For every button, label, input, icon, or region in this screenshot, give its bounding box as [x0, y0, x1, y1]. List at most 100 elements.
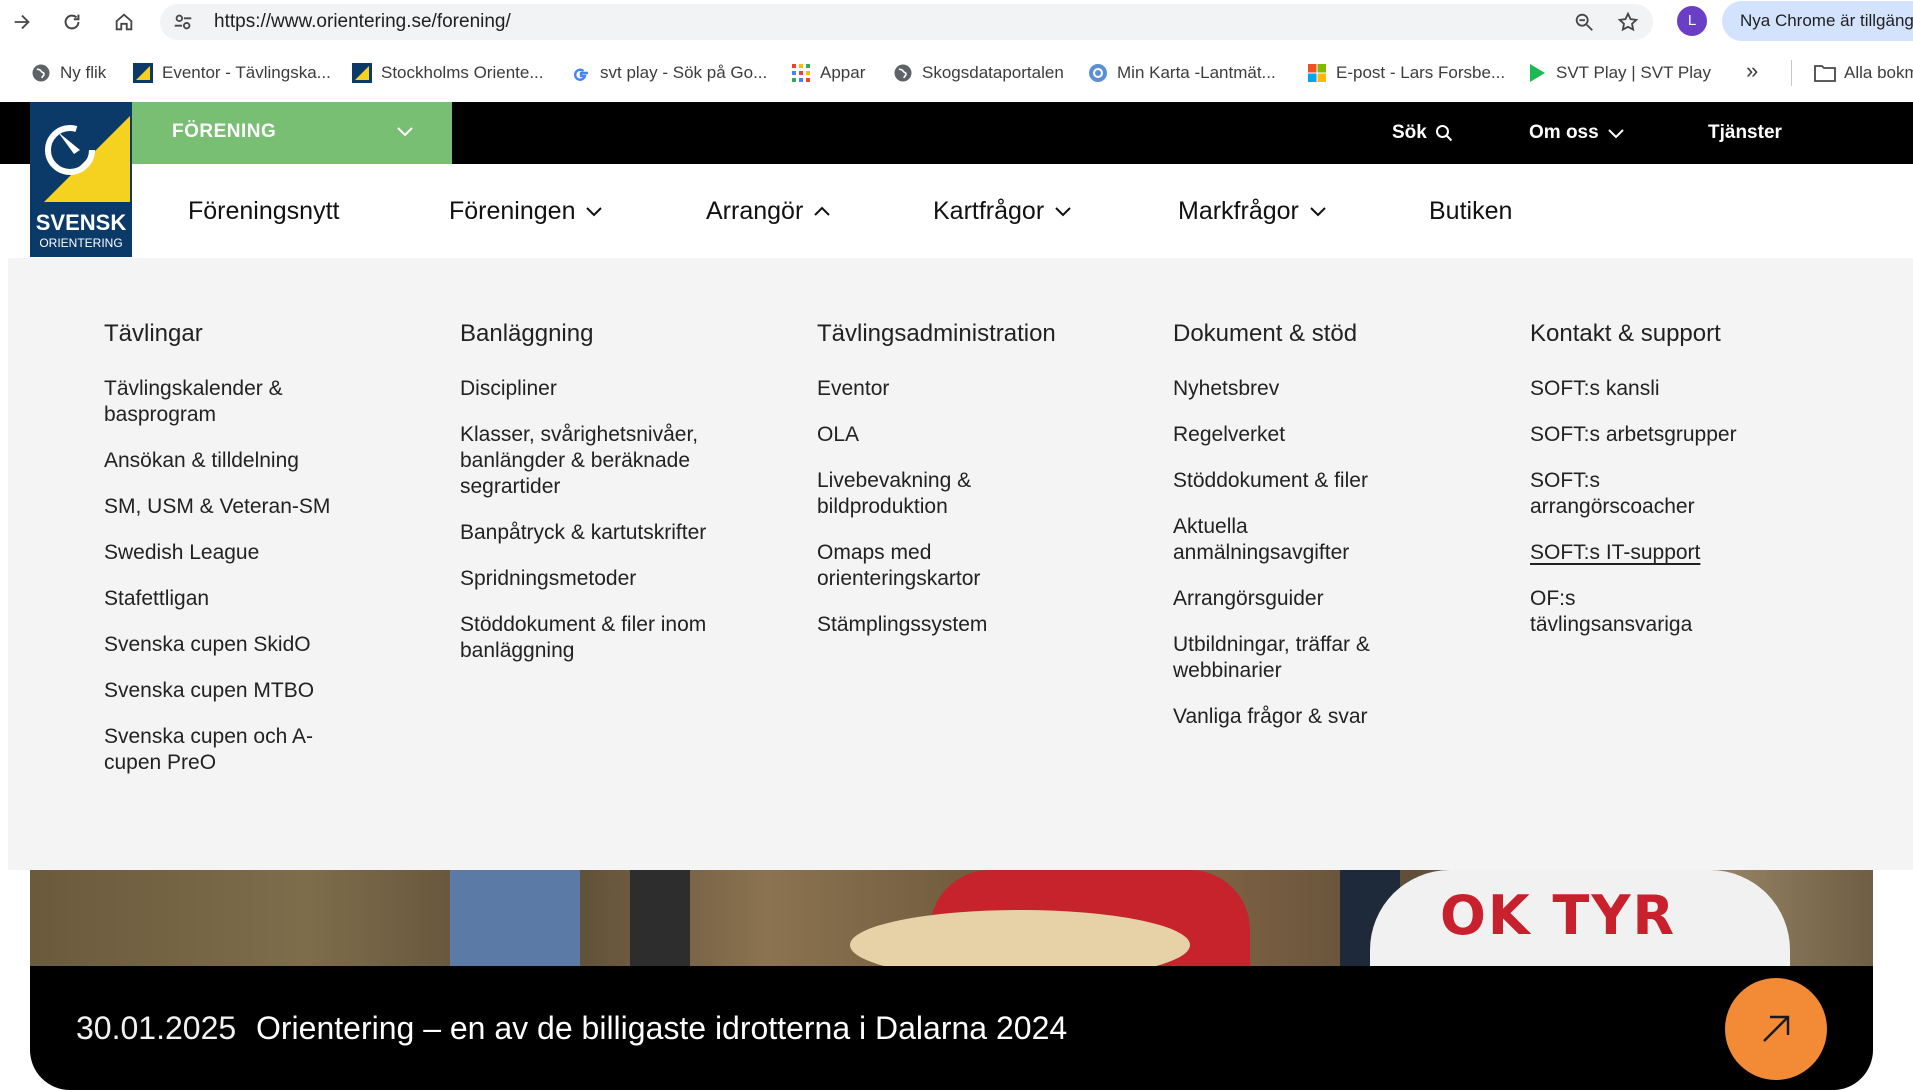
microsoft-icon	[1306, 62, 1328, 84]
menu-link[interactable]: Stafettligan	[104, 586, 434, 612]
play-icon	[1526, 62, 1548, 84]
more-bookmarks-button[interactable]: »	[1746, 58, 1758, 84]
hero-photo: OK TYR	[30, 870, 1873, 980]
bookmark-item[interactable]: SVT Play | SVT Play	[1526, 58, 1711, 88]
site-logo[interactable]: SVENSK ORIENTERING	[30, 102, 132, 257]
map-pin-icon	[1087, 62, 1109, 84]
chrome-update-button[interactable]: Nya Chrome är tillgängl	[1722, 1, 1913, 41]
nav-kartfragor[interactable]: Kartfrågor	[933, 164, 1072, 258]
chevron-up-icon	[813, 205, 831, 217]
about-us-link[interactable]: Om oss	[1529, 102, 1625, 164]
menu-column-heading: Dokument & stöd	[1173, 320, 1358, 347]
address-bar[interactable]: https://www.orientering.se/forening/	[160, 4, 1653, 40]
bookmark-item[interactable]: Min Karta -Lantmät...	[1087, 58, 1276, 88]
hero-news-card[interactable]: OK TYR 30.01.2025 Orientering – en av de…	[30, 870, 1873, 1090]
news-title[interactable]: Orientering – en av de billigaste idrott…	[256, 1010, 1067, 1047]
menu-link[interactable]: Banpåtryck & kartutskrifter	[460, 520, 790, 546]
arrangor-mega-menu: Tävlingar Tävlingskalender & basprogram …	[8, 258, 1913, 870]
menu-link[interactable]: Ansökan & tilldelning	[104, 448, 434, 474]
chevron-down-icon	[396, 124, 414, 138]
menu-link[interactable]: Nyhetsbrev	[1173, 376, 1503, 402]
menu-link[interactable]: SOFT:s kansli	[1530, 376, 1860, 402]
menu-link[interactable]: Tävlingskalender & basprogram	[104, 376, 334, 428]
browser-toolbar: https://www.orientering.se/forening/ L N…	[0, 0, 1913, 44]
menu-column-heading: Banläggning	[460, 320, 594, 347]
menu-link[interactable]: Arrangörsguider	[1173, 586, 1503, 612]
read-more-button[interactable]	[1725, 978, 1827, 1080]
menu-link[interactable]: Swedish League	[104, 540, 434, 566]
bookmark-item[interactable]: Stockholms Oriente...	[351, 58, 544, 88]
menu-link[interactable]: Discipliner	[460, 376, 790, 402]
url-text[interactable]: https://www.orientering.se/forening/	[214, 4, 511, 40]
menu-link[interactable]: OF:s tävlingsansvariga	[1530, 586, 1740, 638]
menu-column-heading: Kontakt & support	[1530, 320, 1721, 347]
menu-link[interactable]: SOFT:s arrangörscoacher	[1530, 468, 1740, 520]
globe-icon	[30, 62, 52, 84]
bookmarks-divider	[1791, 60, 1792, 86]
compass-logo-icon	[30, 102, 132, 204]
zoom-icon[interactable]	[1573, 11, 1595, 33]
menu-column-kontakt-support: Kontakt & support SOFT:s kansli SOFT:s a…	[1530, 318, 1860, 658]
google-icon	[570, 62, 592, 84]
profile-avatar[interactable]: L	[1677, 6, 1707, 36]
bookmark-item[interactable]: svt play - Sök på Go...	[570, 58, 767, 88]
chevron-down-icon	[1054, 205, 1072, 217]
bookmark-item[interactable]: Eventor - Tävlingska...	[132, 58, 331, 88]
all-bookmarks-button[interactable]: Alla bokm	[1814, 58, 1913, 88]
nav-arrangor[interactable]: Arrangör	[706, 164, 831, 258]
nav-markfragor[interactable]: Markfrågor	[1178, 164, 1327, 258]
menu-link-hovered[interactable]: SOFT:s IT-support	[1530, 540, 1700, 566]
menu-link[interactable]: Aktuella anmälningsavgifter	[1173, 514, 1393, 566]
bookmarks-bar: Ny flik Eventor - Tävlingska... Stockhol…	[0, 44, 1913, 103]
menu-link[interactable]: Regelverket	[1173, 422, 1503, 448]
menu-link[interactable]: Svenska cupen MTBO	[104, 678, 434, 704]
bookmark-item[interactable]: Appar	[790, 58, 865, 88]
forward-icon[interactable]	[8, 8, 36, 36]
nav-foreningsnytt[interactable]: Föreningsnytt	[188, 164, 339, 258]
search-link[interactable]: Sök	[1392, 102, 1453, 164]
folder-icon	[1814, 62, 1836, 84]
apps-grid-icon	[790, 62, 812, 84]
menu-column-heading: Tävlingsadministration	[817, 320, 1056, 347]
menu-link[interactable]: Svenska cupen SkidO	[104, 632, 434, 658]
menu-link[interactable]: Stöddokument & filer inom banläggning	[460, 612, 710, 664]
menu-column-heading: Tävlingar	[104, 320, 203, 347]
menu-link[interactable]: Utbildningar, träffar & webbinarier	[1173, 632, 1423, 684]
menu-link[interactable]: Stöddokument & filer	[1173, 468, 1503, 494]
menu-link[interactable]: Eventor	[817, 376, 1147, 402]
nav-butiken[interactable]: Butiken	[1429, 164, 1512, 258]
menu-link[interactable]: Omaps med orienteringskartor	[817, 540, 1037, 592]
bookmark-item[interactable]: E-post - Lars Forsbe...	[1306, 58, 1505, 88]
reload-icon[interactable]	[58, 8, 86, 36]
nav-foreningen[interactable]: Föreningen	[449, 164, 603, 258]
menu-link[interactable]: Vanliga frågor & svar	[1173, 704, 1503, 730]
menu-link[interactable]: OLA	[817, 422, 1147, 448]
menu-link[interactable]: Klasser, svårighetsnivåer, banlängder & …	[460, 422, 750, 500]
logo-word-orientering: ORIENTERING	[39, 236, 123, 250]
bookmark-item[interactable]: Ny flik	[30, 58, 106, 88]
menu-column-tavlingar: Tävlingar Tävlingskalender & basprogram …	[104, 318, 434, 796]
search-icon	[1435, 124, 1453, 142]
services-link[interactable]: Tjänster	[1708, 102, 1782, 164]
menu-link[interactable]: Stämplingssystem	[817, 612, 1147, 638]
main-navigation: Föreningsnytt Föreningen Arrangör Kartfr…	[132, 164, 1913, 258]
arrow-up-right-icon	[1756, 1009, 1796, 1049]
site-settings-icon[interactable]	[172, 11, 194, 33]
menu-link[interactable]: Spridningsmetoder	[460, 566, 790, 592]
bookmark-item[interactable]: Skogsdataportalen	[892, 58, 1064, 88]
menu-link[interactable]: SOFT:s arbetsgrupper	[1530, 422, 1860, 448]
menu-link[interactable]: Livebevakning & bildproduktion	[817, 468, 1017, 520]
globe-icon	[892, 62, 914, 84]
section-dropdown[interactable]: FÖRENING	[132, 102, 452, 164]
logo-word-svensk: SVENSK	[35, 210, 127, 235]
home-icon[interactable]	[110, 8, 138, 36]
menu-link[interactable]: SM, USM & Veteran-SM	[104, 494, 434, 520]
section-dropdown-label: FÖRENING	[172, 121, 277, 142]
orienteering-icon	[351, 62, 373, 84]
bookmark-star-icon[interactable]	[1617, 11, 1639, 33]
menu-column-dokument-stod: Dokument & stöd Nyhetsbrev Regelverket S…	[1173, 318, 1503, 750]
news-banner: 30.01.2025 Orientering – en av de billig…	[30, 966, 1873, 1090]
orienteering-icon	[132, 62, 154, 84]
menu-link[interactable]: Svenska cupen och A-cupen PreO	[104, 724, 334, 776]
menu-column-banlaggning: Banläggning Discipliner Klasser, svårigh…	[460, 318, 790, 684]
